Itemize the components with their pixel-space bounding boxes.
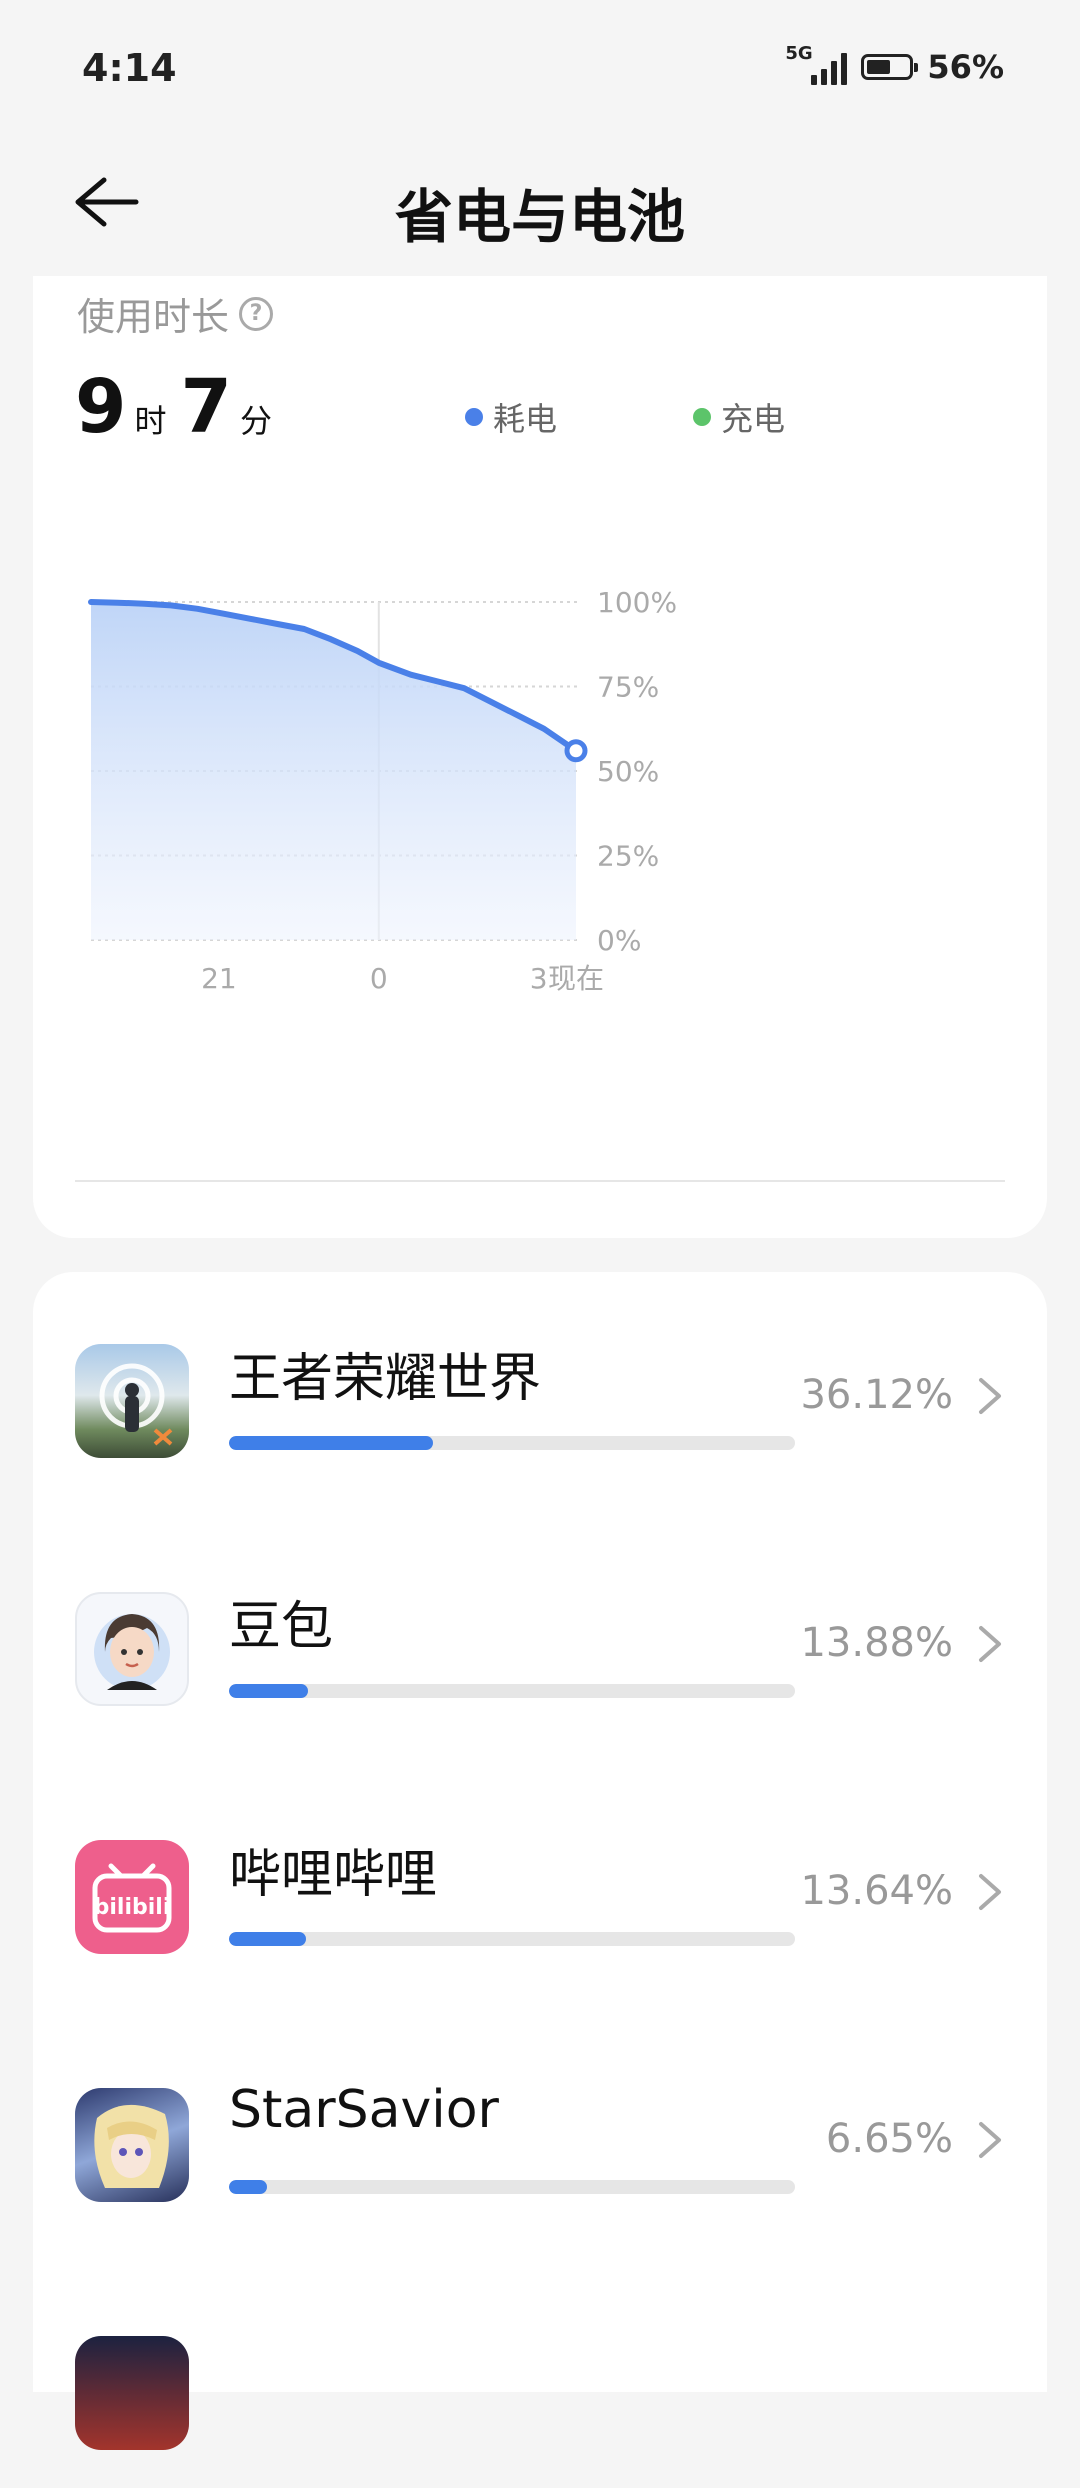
app-icon-partial xyxy=(75,2336,189,2450)
status-time: 4:14 xyxy=(82,46,177,90)
divider xyxy=(75,1180,1005,1182)
app-name: 哔哩哔哩 xyxy=(229,1845,438,1905)
app-usage-bar xyxy=(229,1684,795,1698)
chevron-right-icon xyxy=(979,1874,1001,1910)
legend-drain: 耗电 xyxy=(465,394,557,440)
app-percent: 13.64% xyxy=(800,1868,953,1914)
status-indicators: 5G 56% xyxy=(785,43,1004,86)
battery-area xyxy=(91,602,576,940)
usage-label-row: 使用时长 ? xyxy=(77,286,274,341)
battery-chart[interactable]: 100% 75% 50% 25% 0% 21 0 3 现在 xyxy=(33,506,1047,1106)
network-type: 5G xyxy=(785,43,813,64)
battery-percent: 56% xyxy=(927,48,1004,86)
app-row[interactable]: bilibili 哔哩哔哩 13.64% xyxy=(33,1832,1047,1992)
usage-minutes-unit: 分 xyxy=(240,402,273,440)
y-tick-label: 0% xyxy=(597,924,641,957)
x-tick-label: 0 xyxy=(370,962,388,995)
app-icon-doubao xyxy=(75,1592,189,1706)
usage-hours: 9 xyxy=(75,364,127,450)
app-row-partial[interactable] xyxy=(33,2328,1047,2488)
x-tick-label: 3 xyxy=(530,962,548,995)
battery-icon xyxy=(861,54,919,80)
app-icon-honor-of-kings-world xyxy=(75,1344,189,1458)
usage-label: 使用时长 xyxy=(77,295,230,339)
chevron-right-icon xyxy=(979,2122,1001,2158)
app-name: 豆包 xyxy=(229,1597,334,1657)
app-usage-list: 王者荣耀世界 36.12% 豆包 13.88% bilibili 哔哩哔哩 13… xyxy=(33,1272,1047,2450)
chevron-right-icon xyxy=(979,1626,1001,1662)
bilibili-logo-text: bilibili xyxy=(94,1895,171,1920)
header: 省电与电池 xyxy=(0,130,1080,280)
app-name: 王者荣耀世界 xyxy=(229,1349,542,1409)
legend-charge: 充电 xyxy=(693,394,785,440)
app-icon-bilibili: bilibili xyxy=(75,1840,189,1954)
legend-drain-dot xyxy=(465,408,483,426)
app-usage-bar xyxy=(229,1932,795,1946)
current-point xyxy=(564,739,588,763)
signal-icon: 5G xyxy=(785,43,848,85)
usage-minutes: 7 xyxy=(180,364,233,450)
x-tick-label: 21 xyxy=(201,962,237,995)
legend-charge-dot xyxy=(693,408,711,426)
y-tick-label: 75% xyxy=(597,671,659,704)
status-bar: 4:14 5G 56% xyxy=(0,0,1080,130)
usage-hours-unit: 时 xyxy=(134,402,167,440)
usage-card: 使用时长 ? 9 时 7 分 耗电 充电 100% 75% 50% 25% 0% 21 0 3… xyxy=(33,276,1047,1238)
app-usage-bar xyxy=(229,2180,795,2194)
app-percent: 13.88% xyxy=(800,1620,953,1666)
help-icon[interactable]: ? xyxy=(239,296,274,331)
legend-charge-label: 充电 xyxy=(721,400,786,438)
app-row[interactable]: 王者荣耀世界 36.12% xyxy=(33,1336,1047,1496)
y-tick-label: 50% xyxy=(597,755,659,788)
legend-drain-label: 耗电 xyxy=(493,400,558,438)
app-percent: 36.12% xyxy=(800,1372,953,1418)
app-usage-bar xyxy=(229,1436,795,1450)
app-icon-starsavior xyxy=(75,2088,189,2202)
page-title: 省电与电池 xyxy=(394,183,685,251)
usage-duration: 9 时 7 分 xyxy=(75,364,286,450)
y-tick-label: 100% xyxy=(597,586,677,619)
app-row[interactable]: 豆包 13.88% xyxy=(33,1584,1047,1744)
app-name: StarSavior xyxy=(229,2080,499,2140)
y-tick-label: 25% xyxy=(597,840,659,873)
app-row[interactable]: StarSavior 6.65% xyxy=(33,2080,1047,2240)
x-tick-label: 现在 xyxy=(548,962,604,995)
app-percent: 6.65% xyxy=(825,2116,953,2162)
chevron-right-icon xyxy=(979,1378,1001,1414)
